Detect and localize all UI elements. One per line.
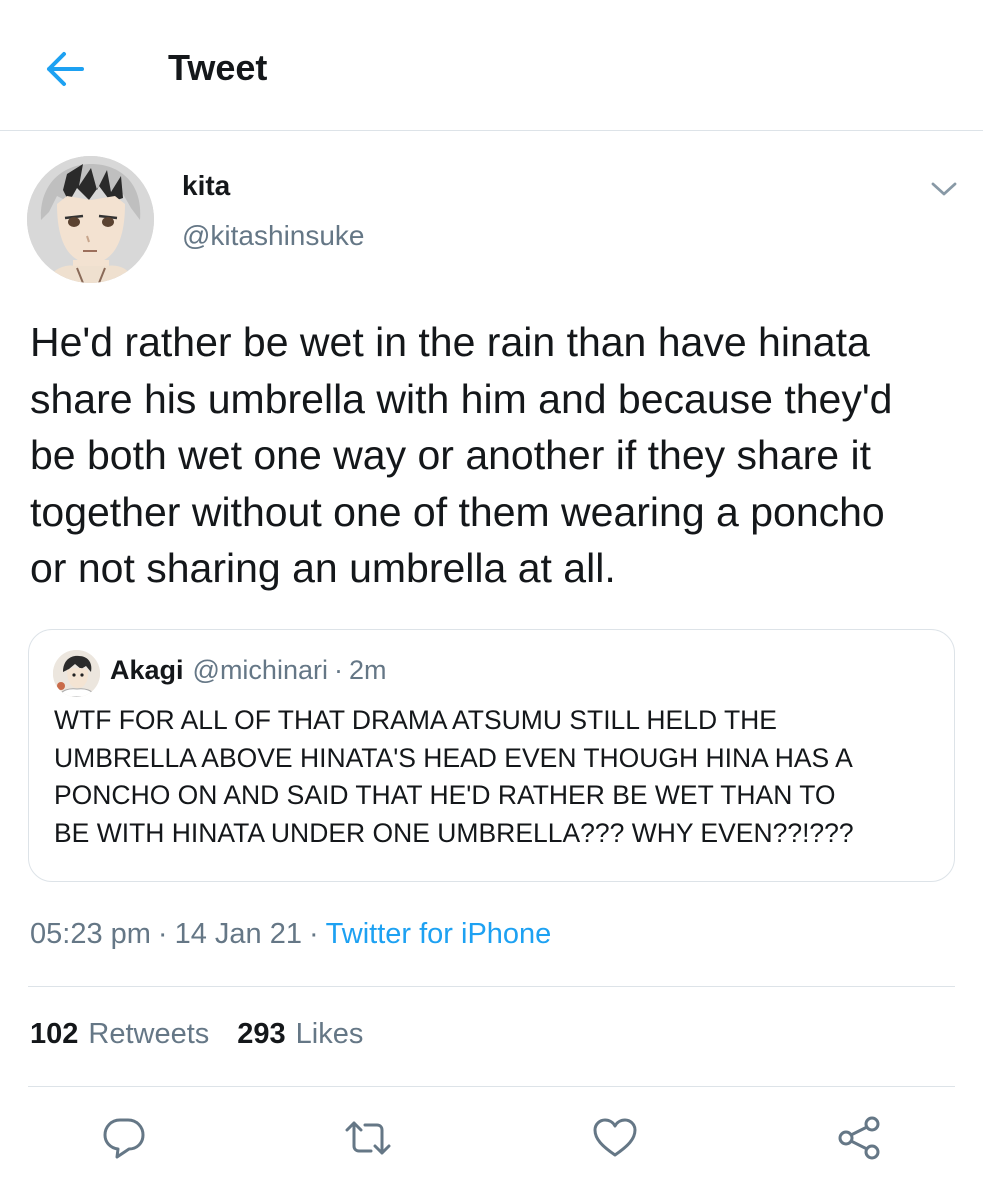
likes-label: Likes xyxy=(295,1018,364,1050)
quoted-author-name: Akagi xyxy=(110,655,184,685)
quoted-header: Akagi @michinari · 2m xyxy=(110,655,386,691)
reply-icon xyxy=(101,1116,147,1160)
tweet-time: 05:23 pm xyxy=(30,918,151,950)
quoted-timestamp: 2m xyxy=(348,655,387,685)
more-options-button[interactable] xyxy=(924,172,964,206)
like-button[interactable] xyxy=(589,1112,641,1164)
share-icon xyxy=(836,1115,884,1161)
retweet-icon xyxy=(343,1118,393,1158)
tweet-text-line: together without one of them wearing a p… xyxy=(30,488,885,535)
page-title: Tweet xyxy=(168,47,268,88)
retweets-stat[interactable]: 102 Retweets xyxy=(30,1018,209,1051)
retweet-button[interactable] xyxy=(342,1112,394,1164)
back-button[interactable] xyxy=(42,46,88,92)
share-button[interactable] xyxy=(834,1112,886,1164)
quoted-text-line: WTF FOR ALL OF THAT DRAMA ATSUMU STILL H… xyxy=(54,705,777,735)
tweet-stats: 102 Retweets 293 Likes xyxy=(30,1018,363,1058)
divider xyxy=(28,986,955,987)
author-name[interactable]: kita xyxy=(182,169,230,203)
tweet-text-line: He'd rather be wet in the rain than have… xyxy=(30,319,870,365)
tweet-source-link[interactable]: Twitter for iPhone xyxy=(326,918,552,951)
likes-count: 293 xyxy=(237,1018,286,1050)
meta-separator: · xyxy=(308,918,319,950)
tweet-text-line: be both wet one way or another if they s… xyxy=(30,432,872,478)
arrow-left-icon xyxy=(45,51,85,87)
retweets-label: Retweets xyxy=(88,1018,210,1050)
quoted-text: WTF FOR ALL OF THAT DRAMA ATSUMU STILL H… xyxy=(54,702,949,852)
tweet-meta: 05:23 pm · 14 Jan 21 · Twitter for iPhon… xyxy=(30,918,551,958)
tweet-detail-screen: Tweet kita @kitashinsuke He'd rather be … xyxy=(0,0,983,1200)
likes-stat[interactable]: 293 Likes xyxy=(237,1018,363,1051)
quoted-avatar xyxy=(53,650,100,697)
tweet-text-line: or not sharing an umbrella at all. xyxy=(30,545,616,591)
quoted-text-line: BE WITH HINATA UNDER ONE UMBRELLA??? WHY… xyxy=(54,817,854,848)
quoted-text-line: PONCHO ON AND SAID THAT HE'D RATHER BE W… xyxy=(54,780,836,810)
quoted-text-line: UMBRELLA ABOVE HINATA'S HEAD EVEN THOUGH… xyxy=(54,742,853,773)
heart-icon xyxy=(592,1117,638,1159)
quoted-separator: · xyxy=(333,655,343,685)
tweet-text: He'd rather be wet in the rain than have… xyxy=(30,314,960,597)
divider xyxy=(28,1086,955,1087)
author-handle[interactable]: @kitashinsuke xyxy=(182,219,365,253)
top-bar: Tweet xyxy=(0,0,983,131)
reply-button[interactable] xyxy=(98,1112,150,1164)
quoted-author-handle: @michinari xyxy=(192,655,328,685)
retweets-count: 102 xyxy=(30,1018,79,1050)
tweet-date: 14 Jan 21 xyxy=(174,918,302,950)
avatar[interactable] xyxy=(27,156,154,283)
meta-separator: · xyxy=(157,918,168,950)
quoted-tweet[interactable]: Akagi @michinari · 2m WTF FOR ALL OF THA… xyxy=(28,629,955,882)
tweet-text-line: share his umbrella with him and because … xyxy=(30,375,893,422)
chevron-down-icon xyxy=(931,181,957,197)
